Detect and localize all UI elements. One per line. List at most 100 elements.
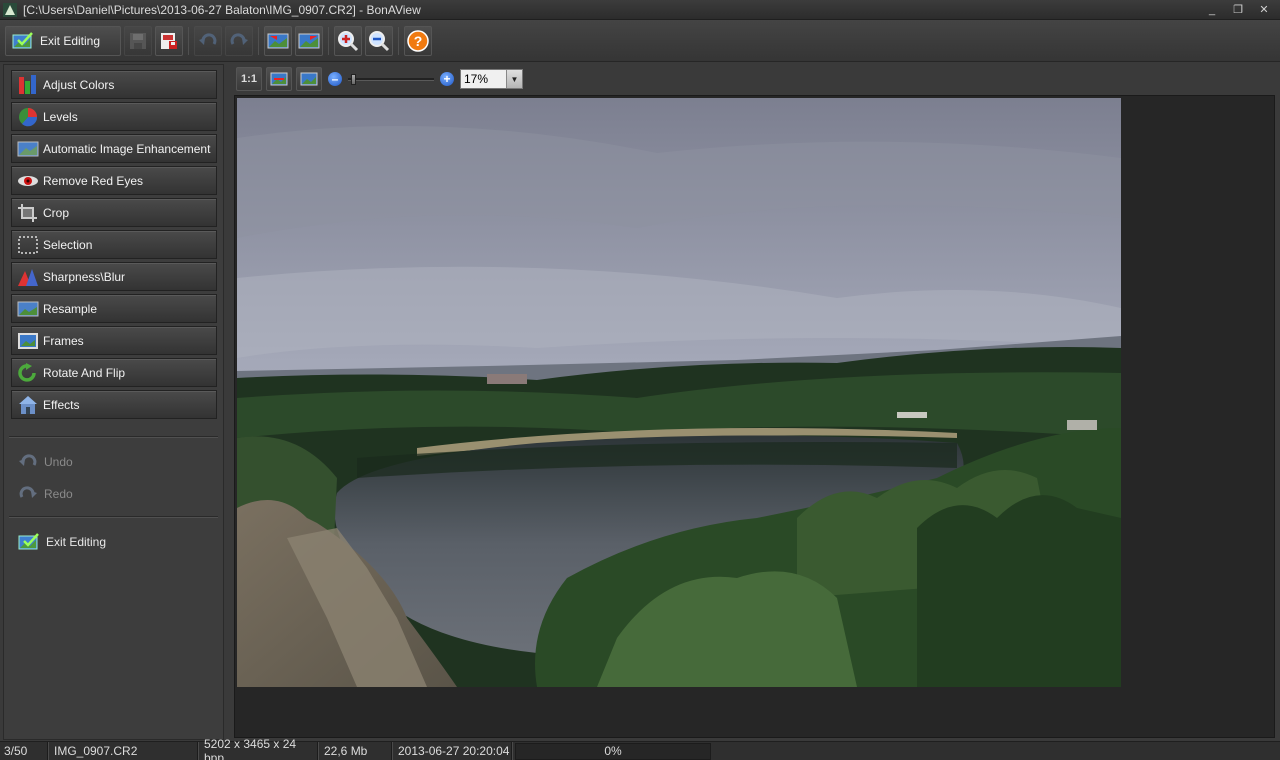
exit-editing-panel-button[interactable]: Exit Editing xyxy=(18,532,106,552)
toolbar-separator xyxy=(398,26,399,55)
window-controls: _ ❐ ✕ xyxy=(1202,2,1274,17)
adjust-colors-button[interactable]: Adjust Colors xyxy=(11,70,217,99)
auto-enhance-icon xyxy=(17,139,39,159)
exit-editing-panel-label: Exit Editing xyxy=(46,535,107,549)
fit-width-button[interactable] xyxy=(296,67,322,91)
title-bar: [C:\Users\Daniel\Pictures\2013-06-27 Bal… xyxy=(0,0,1280,20)
image-dimensions: 5202 x 3465 x 24 bpp xyxy=(198,737,318,760)
view-toolbar: 1:1 – + 17% ▼ xyxy=(232,64,1278,94)
redo-button[interactable]: Redo xyxy=(18,484,73,504)
exit-editing-label: Exit Editing xyxy=(40,33,101,48)
tool-label: Remove Red Eyes xyxy=(43,173,144,188)
remove-red-eyes-button[interactable]: Remove Red Eyes xyxy=(11,166,217,195)
resample-icon xyxy=(17,299,39,319)
tool-label: Rotate And Flip xyxy=(43,365,126,380)
app-logo-icon xyxy=(3,2,17,17)
file-datetime: 2013-06-27 20:20:04 xyxy=(392,741,512,760)
tool-label: Adjust Colors xyxy=(43,77,115,92)
undo-arrow-icon xyxy=(199,32,217,45)
help-icon: ? xyxy=(407,29,429,52)
panel-divider xyxy=(9,516,218,518)
tool-label: Selection xyxy=(43,237,93,252)
sharpness-icon xyxy=(17,267,39,287)
zoom-out-icon xyxy=(369,30,390,51)
crop-button[interactable]: Crop xyxy=(11,198,217,227)
tool-label: Levels xyxy=(43,109,78,124)
edited-photo[interactable] xyxy=(237,98,1121,687)
automatic-image-enhancement-button[interactable]: Automatic Image Enhancement xyxy=(11,134,217,163)
tool-label: Effects xyxy=(43,397,80,412)
minimize-button[interactable]: _ xyxy=(1202,2,1222,17)
fit-window-icon xyxy=(270,72,288,86)
zoom-slider-thumb[interactable] xyxy=(351,74,356,85)
restore-button[interactable]: ❐ xyxy=(1228,2,1248,17)
save-icon xyxy=(130,32,146,49)
file-size: 22,6 Mb xyxy=(318,741,392,760)
next-image-icon xyxy=(298,33,320,48)
help-button[interactable]: ? xyxy=(404,25,432,56)
effects-button[interactable]: Effects xyxy=(11,390,217,419)
file-name: IMG_0907.CR2 xyxy=(48,741,198,760)
toolbar-separator xyxy=(328,26,329,55)
zoom-out-small-icon[interactable]: – xyxy=(328,72,342,86)
toolbar-separator xyxy=(258,26,259,55)
resample-button[interactable]: Resample xyxy=(11,294,217,323)
undo-button[interactable]: Undo xyxy=(18,452,73,472)
fit-to-window-button[interactable] xyxy=(266,67,292,91)
next-image-button[interactable] xyxy=(295,25,323,56)
save-button[interactable] xyxy=(124,25,152,56)
undo-toolbar-button[interactable] xyxy=(194,25,222,56)
tool-label: Sharpness\Blur xyxy=(43,269,126,284)
panel-divider xyxy=(9,436,218,438)
levels-icon xyxy=(17,107,39,127)
effects-icon xyxy=(17,395,39,415)
toolbar-separator xyxy=(188,26,189,55)
redo-label: Redo xyxy=(44,487,73,501)
tool-label: Automatic Image Enhancement xyxy=(43,141,211,156)
window-title: [C:\Users\Daniel\Pictures\2013-06-27 Bal… xyxy=(23,2,421,17)
save-as-button[interactable] xyxy=(155,25,183,56)
exit-editing-icon xyxy=(12,31,33,48)
redo-icon xyxy=(19,486,37,498)
frames-icon xyxy=(17,331,39,351)
fit-width-icon xyxy=(300,72,318,86)
tool-label: Frames xyxy=(43,333,84,348)
status-bar: 3/50 IMG_0907.CR2 5202 x 3465 x 24 bpp 2… xyxy=(0,737,1280,760)
sharpness-blur-button[interactable]: Sharpness\Blur xyxy=(11,262,217,291)
zoom-in-icon xyxy=(338,30,359,51)
previous-image-icon xyxy=(267,33,289,48)
adjust-colors-icon xyxy=(17,74,39,95)
frames-button[interactable]: Frames xyxy=(11,326,217,355)
redo-arrow-icon xyxy=(230,32,248,45)
zoom-level-select[interactable]: 17% ▼ xyxy=(460,69,523,89)
app-window: [C:\Users\Daniel\Pictures\2013-06-27 Bal… xyxy=(0,0,1280,760)
exit-editing-button[interactable]: Exit Editing xyxy=(5,25,121,56)
save-as-icon xyxy=(161,32,177,49)
zoom-slider[interactable] xyxy=(348,73,434,85)
close-button[interactable]: ✕ xyxy=(1254,2,1274,17)
redo-toolbar-button[interactable] xyxy=(225,25,253,56)
undo-icon xyxy=(19,454,37,466)
exit-editing-panel-icon xyxy=(18,533,39,550)
image-canvas[interactable] xyxy=(234,95,1275,738)
rotate-and-flip-button[interactable]: Rotate And Flip xyxy=(11,358,217,387)
main-toolbar: Exit Editing ? xyxy=(0,20,1280,62)
actual-size-button[interactable]: 1:1 xyxy=(236,67,262,91)
selection-icon xyxy=(17,235,39,255)
edit-tools-panel: Adjust Colors Levels Automatic Image Enh… xyxy=(3,64,224,740)
zoom-in-button[interactable] xyxy=(334,25,362,56)
zoom-out-button[interactable] xyxy=(365,25,393,56)
progress-text: 0% xyxy=(604,744,622,758)
selection-button[interactable]: Selection xyxy=(11,230,217,259)
tool-label: Resample xyxy=(43,301,98,316)
chevron-down-icon[interactable]: ▼ xyxy=(506,70,522,88)
zoom-level-value: 17% xyxy=(464,72,489,86)
red-eye-icon xyxy=(17,171,39,191)
rotate-icon xyxy=(17,362,39,383)
zoom-slider-track xyxy=(348,78,434,81)
levels-button[interactable]: Levels xyxy=(11,102,217,131)
previous-image-button[interactable] xyxy=(264,25,292,56)
zoom-in-small-icon[interactable]: + xyxy=(440,72,454,86)
image-position: 3/50 xyxy=(0,741,48,760)
tool-label: Crop xyxy=(43,205,70,220)
